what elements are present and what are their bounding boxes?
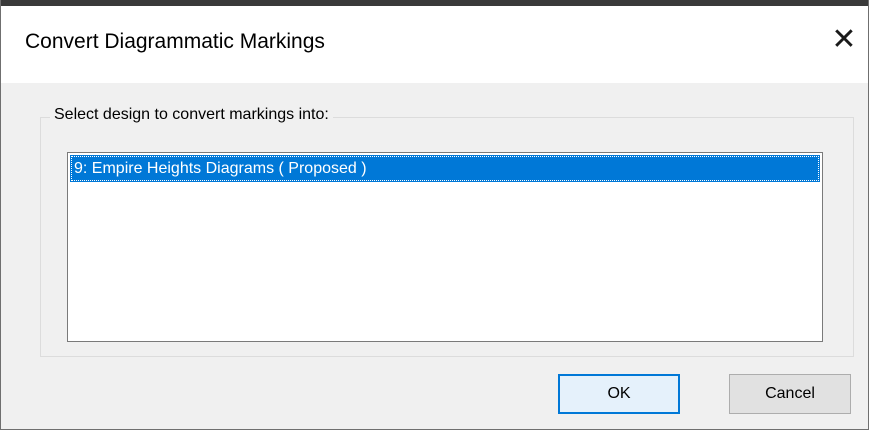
dialog-title: Convert Diagrammatic Markings xyxy=(25,30,325,53)
ok-button[interactable]: OK xyxy=(558,374,680,414)
design-listbox[interactable]: 9: Empire Heights Diagrams ( Proposed ) xyxy=(67,152,823,342)
close-icon: ✕ xyxy=(831,21,857,57)
convert-markings-dialog: Convert Diagrammatic Markings ✕ Select d… xyxy=(0,0,869,430)
list-item[interactable]: 9: Empire Heights Diagrams ( Proposed ) xyxy=(70,155,820,182)
close-button[interactable]: ✕ xyxy=(820,6,868,72)
title-bar[interactable]: Convert Diagrammatic Markings ✕ xyxy=(1,6,868,83)
group-label: Select design to convert markings into: xyxy=(50,106,333,124)
cancel-button[interactable]: Cancel xyxy=(729,374,851,414)
